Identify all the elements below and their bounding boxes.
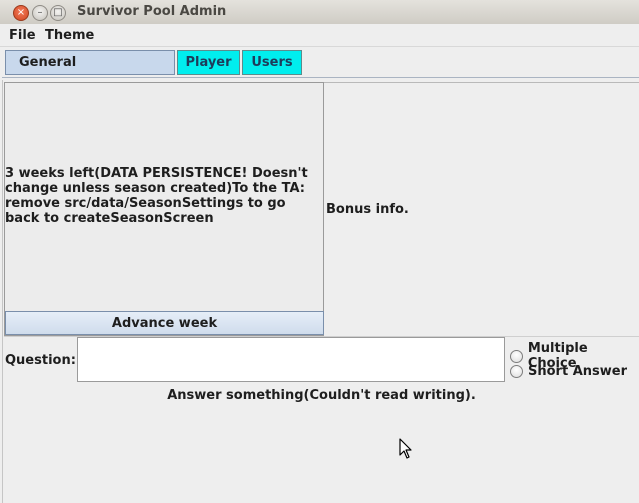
bonus-info-label: Bonus info. [326, 202, 409, 217]
question-label: Question: [5, 353, 76, 368]
tab-player[interactable]: Player [177, 50, 240, 75]
app-window: × – □ Survivor Pool Admin File Theme Gen… [0, 0, 639, 503]
radio-button-icon[interactable] [510, 365, 523, 378]
season-info-text: 3 weeks left(DATA PERSISTENCE! Doesn't c… [5, 166, 308, 226]
minimize-icon[interactable]: – [32, 5, 48, 21]
maximize-icon[interactable]: □ [50, 5, 66, 21]
advance-week-button[interactable]: Advance week [5, 311, 324, 335]
tab-users[interactable]: Users [242, 50, 302, 75]
question-input[interactable] [77, 337, 505, 382]
tab-divider [2, 77, 639, 78]
tab-general[interactable]: General [5, 50, 175, 75]
window-title: Survivor Pool Admin [77, 4, 227, 19]
close-icon[interactable]: × [13, 5, 29, 21]
radio-short-answer[interactable]: Short Answer [510, 364, 627, 379]
menu-bar: File Theme [0, 24, 639, 47]
mouse-pointer-icon [399, 438, 412, 459]
menu-file[interactable]: File [9, 28, 36, 43]
answer-label: Answer something(Couldn't read writing). [167, 388, 476, 403]
radio-short-answer-label: Short Answer [528, 364, 627, 379]
title-bar[interactable]: × – □ Survivor Pool Admin [0, 0, 639, 25]
radio-button-icon[interactable] [510, 349, 523, 363]
menu-theme[interactable]: Theme [45, 28, 94, 43]
